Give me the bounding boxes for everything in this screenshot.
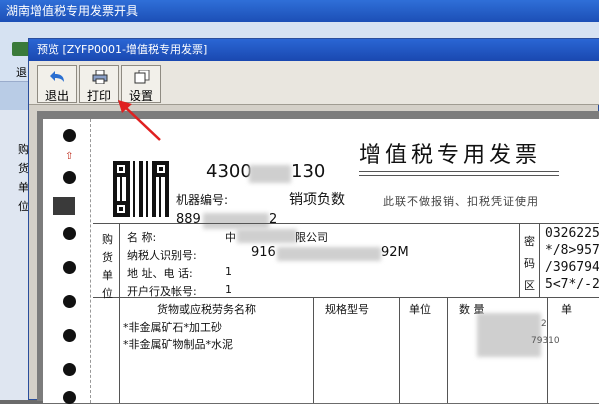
qr-code: [113, 161, 169, 217]
invoice-subtitle: 此联不做报销、扣税凭证使用: [383, 195, 539, 208]
item-row: *非金属矿石*加工砂: [123, 321, 222, 334]
printer-icon: [92, 70, 108, 84]
buyer-name-prefix: 中: [225, 231, 236, 244]
outer-side-label: 购: [18, 143, 29, 156]
machine-number-prefix: 889: [176, 212, 201, 227]
buyer-name-label: 名 称:: [127, 231, 157, 244]
col-header-item: 货物或应税劳务名称: [157, 303, 256, 316]
buyer-tax-id-prefix: 916: [251, 245, 276, 260]
invoice-page: ⇧ 4300 130 机器编号: 889 2 销项负数 增值税专用发票 此联不做…: [43, 119, 599, 404]
punch-hole: [63, 129, 76, 142]
outer-side-panel: 购 货 单 位: [0, 110, 30, 400]
redacted-tax-id: [277, 247, 381, 261]
item-row: *非金属矿物制品*水泥: [123, 338, 233, 351]
title-underline: [359, 171, 559, 172]
outer-side-label: 货: [18, 162, 29, 175]
redacted-buyer-name: [237, 229, 297, 243]
outer-toolbar-label: 退: [16, 66, 27, 79]
dialog-title: 预览 [ZYFP0001-增值税专用发票]: [29, 39, 599, 61]
item-qty-tail: 79310: [531, 336, 560, 346]
perforation-strip: ⇧: [43, 119, 91, 404]
cipher-col-divider: [519, 223, 520, 297]
print-button-label: 打印: [86, 89, 111, 103]
preview-dialog: 预览 [ZYFP0001-增值税专用发票] 退出 打印 设置 ⇧ 4300 13…: [28, 38, 599, 404]
punch-hole: [63, 227, 76, 240]
invoice-title: 增值税专用发票: [359, 143, 542, 168]
buyer-tax-id-label: 纳税人识别号:: [127, 249, 197, 262]
print-button[interactable]: 打印: [79, 65, 119, 103]
punch-hole: [63, 171, 76, 184]
title-underline: [359, 175, 559, 176]
buyer-tax-id-suffix: 92M: [381, 245, 409, 260]
punch-hole: [63, 363, 76, 376]
punch-hole: [63, 329, 76, 342]
redacted-code: [249, 165, 291, 183]
buyer-col-label: 购 货 单 位: [102, 233, 113, 300]
punch-hole: [63, 295, 76, 308]
redacted-quantities: [477, 313, 541, 357]
qty-col-divider: [447, 297, 448, 403]
machine-number-suffix: 2: [269, 212, 278, 227]
outer-side-label: 单: [18, 181, 29, 194]
exit-arrow-icon: [50, 71, 64, 82]
buyer-address-label: 地 址、电 话:: [127, 267, 193, 280]
punch-hole: [63, 261, 76, 274]
cipher-area-label: 密 码 区: [524, 235, 535, 292]
col-header-unit: 单位: [409, 303, 431, 316]
col-header-price: 单: [561, 303, 572, 316]
sales-list-label: 销项负数: [289, 192, 345, 208]
perforation-block: [53, 197, 75, 215]
dialog-toolbar: 退出 打印 设置: [29, 61, 599, 105]
preview-area[interactable]: ⇧ 4300 130 机器编号: 889 2 销项负数 增值税专用发票 此联不做…: [37, 111, 599, 404]
up-arrow-icon: ⇧: [65, 151, 74, 162]
machine-number-label: 机器编号:: [176, 193, 229, 207]
unit-col-divider: [399, 297, 400, 403]
punch-hole: [63, 391, 76, 404]
redacted-machine-number: [203, 213, 269, 229]
item-qty-tail: 2: [541, 319, 547, 329]
exit-button-label: 退出: [44, 89, 69, 103]
invoice-code-suffix: 130: [291, 161, 326, 182]
spec-col-divider: [313, 297, 314, 403]
cipher-label-divider: [539, 223, 540, 297]
invoice-code-prefix: 4300: [206, 161, 252, 182]
outer-side-label: 位: [18, 200, 29, 213]
page-setup-icon: [134, 70, 150, 84]
col-header-spec: 规格型号: [325, 303, 369, 316]
cipher-text: 0326225 */8>957 /396794 5<7*/-2: [545, 226, 599, 292]
exit-button[interactable]: 退出: [37, 65, 77, 103]
buyer-name-suffix: 限公司: [295, 231, 328, 244]
settings-button-label: 设置: [128, 89, 153, 103]
buyer-col-divider: [119, 223, 120, 403]
table-border-top: [93, 223, 599, 224]
buyer-bank-label: 开户行及帐号:: [127, 285, 197, 298]
price-col-divider: [547, 297, 548, 403]
buyer-address-value: 1: [225, 265, 232, 278]
settings-button[interactable]: 设置: [121, 65, 161, 103]
outer-window-title: 湖南增值税专用发票开具: [0, 0, 599, 22]
buyer-bank-value: 1: [225, 283, 232, 296]
